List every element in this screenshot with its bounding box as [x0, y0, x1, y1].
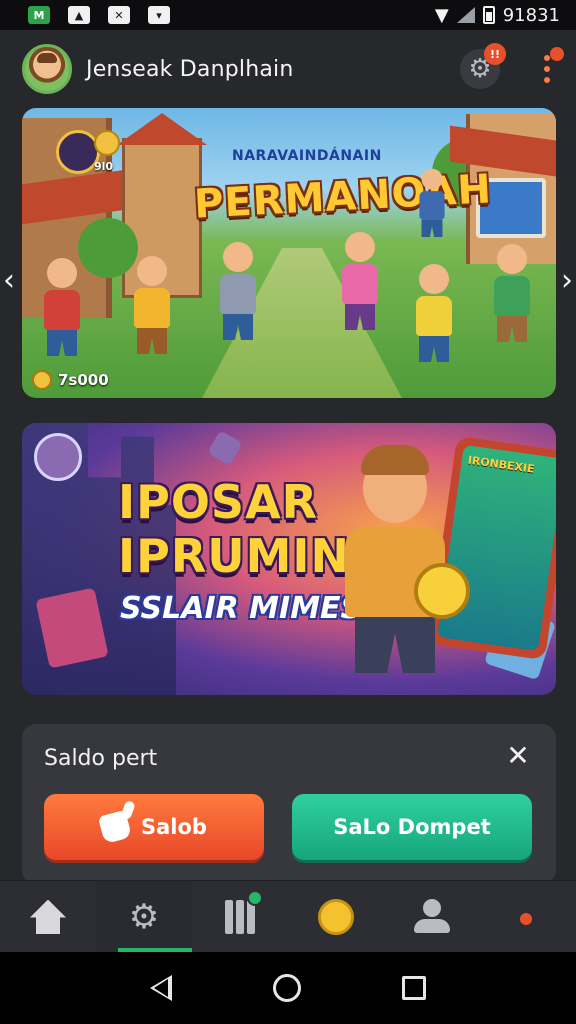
coin-icon: [318, 898, 354, 935]
salob-button-label: Salob: [141, 815, 207, 839]
status-time: 91831: [502, 4, 560, 26]
home-circle-icon[interactable]: [272, 974, 301, 1002]
signal-icon: [456, 7, 475, 23]
wallet-balance-button-label: SaLo Dompet: [333, 815, 491, 839]
battery-icon: [482, 6, 495, 24]
more-icon-dot: [544, 77, 550, 83]
profile-icon: [414, 898, 450, 935]
recent-apps-icon[interactable]: [401, 976, 426, 1000]
menu-badge: [550, 47, 564, 61]
close-icon: ✕: [506, 739, 530, 772]
coin-icon: [32, 370, 52, 390]
book-icon: [225, 889, 263, 934]
banner-counter-value: 7s000: [58, 371, 109, 389]
app-header: Jenseak Danplhain ⚙ !!: [0, 30, 576, 108]
chevron-left-icon: ‹: [3, 262, 15, 298]
close-button[interactable]: ✕: [504, 742, 532, 770]
banner-counter: 7s000: [32, 370, 109, 390]
nav-social[interactable]: [480, 881, 576, 952]
system-navigation-bar: [0, 952, 576, 1024]
nav-home[interactable]: [0, 881, 96, 952]
bottom-navigation: ⚙: [0, 880, 576, 952]
nav-coins[interactable]: [288, 881, 384, 952]
carousel-next-button[interactable]: ›: [558, 260, 576, 300]
promo-banner-2[interactable]: IPOSAR IPRUMIN SSLAIR MIMESI IRONBEXIE: [22, 423, 556, 695]
back-icon[interactable]: [150, 975, 173, 1001]
more-icon: [544, 55, 550, 61]
banner-title: PERMANOAH: [193, 166, 494, 228]
page-title: Jenseak Danplhain: [86, 56, 294, 82]
banner-subtitle: NARAVAINDÁNAIN: [232, 148, 382, 164]
promo-banner-1[interactable]: 9l0 NARAVAINDÁNAIN PERMANOAH 7s000: [22, 108, 556, 398]
coin-icon: [414, 563, 470, 619]
balance-panel-title: Saldo pert: [44, 746, 158, 771]
salob-button[interactable]: Salob: [44, 794, 264, 860]
balance-panel: Saldo pert ✕ Salob SaLo Dompet: [22, 724, 556, 884]
banner-phone-label: IRONBEXIE: [467, 453, 536, 476]
chevron-right-icon: ›: [561, 262, 573, 298]
banner-card: [207, 430, 243, 466]
wifi-icon: ▼: [434, 4, 449, 26]
banner-title-line-2: IPRUMIN: [118, 529, 350, 583]
wallet-balance-button[interactable]: SaLo Dompet: [292, 794, 532, 860]
avatar[interactable]: [22, 44, 72, 94]
nav-library[interactable]: [192, 881, 288, 952]
gear-icon: ⚙: [128, 896, 160, 937]
home-icon: [30, 900, 66, 934]
character: [218, 242, 258, 340]
character: [340, 232, 380, 330]
message-icon: ▾: [148, 6, 170, 24]
game-logo-icon: [34, 433, 82, 481]
status-bar: M ▲ ✕ ▾ ▼ 91831: [0, 0, 576, 30]
notification-icons: M ▲ ✕ ▾: [28, 6, 170, 24]
banner-title-line-1: IPOSAR: [118, 475, 319, 529]
character: [414, 264, 454, 362]
nav-profile[interactable]: [384, 881, 480, 952]
banner-tree: [78, 218, 138, 278]
coin-icon: [94, 130, 120, 156]
system-status: ▼ 91831: [435, 5, 560, 26]
nav-social-badge: [520, 912, 532, 925]
carousel-prev-button[interactable]: ‹: [0, 260, 18, 300]
character: [492, 244, 532, 342]
settings-button[interactable]: ⚙ !!: [460, 43, 506, 89]
more-icon-dot: [544, 66, 550, 72]
more-menu-button[interactable]: [540, 47, 564, 89]
tool-icon: ✕: [108, 6, 130, 24]
banner-subtitle: SSLAIR MIMESI: [120, 591, 374, 626]
character: [418, 168, 446, 238]
mail-icon: M: [28, 6, 50, 24]
notification-badge: !!: [484, 43, 506, 65]
image-icon: ▲: [68, 6, 90, 24]
banner-phone-screen: IRONBEXIE: [436, 444, 556, 652]
character: [340, 445, 450, 673]
hand-icon: [97, 809, 133, 845]
banner-small-label: 9l0: [94, 160, 114, 173]
app-screen: M ▲ ✕ ▾ ▼ 91831 Jenseak Danplhain ⚙ !! 9…: [0, 0, 576, 1024]
nav-settings[interactable]: ⚙: [96, 881, 192, 952]
character: [132, 256, 172, 354]
character: [42, 258, 82, 356]
